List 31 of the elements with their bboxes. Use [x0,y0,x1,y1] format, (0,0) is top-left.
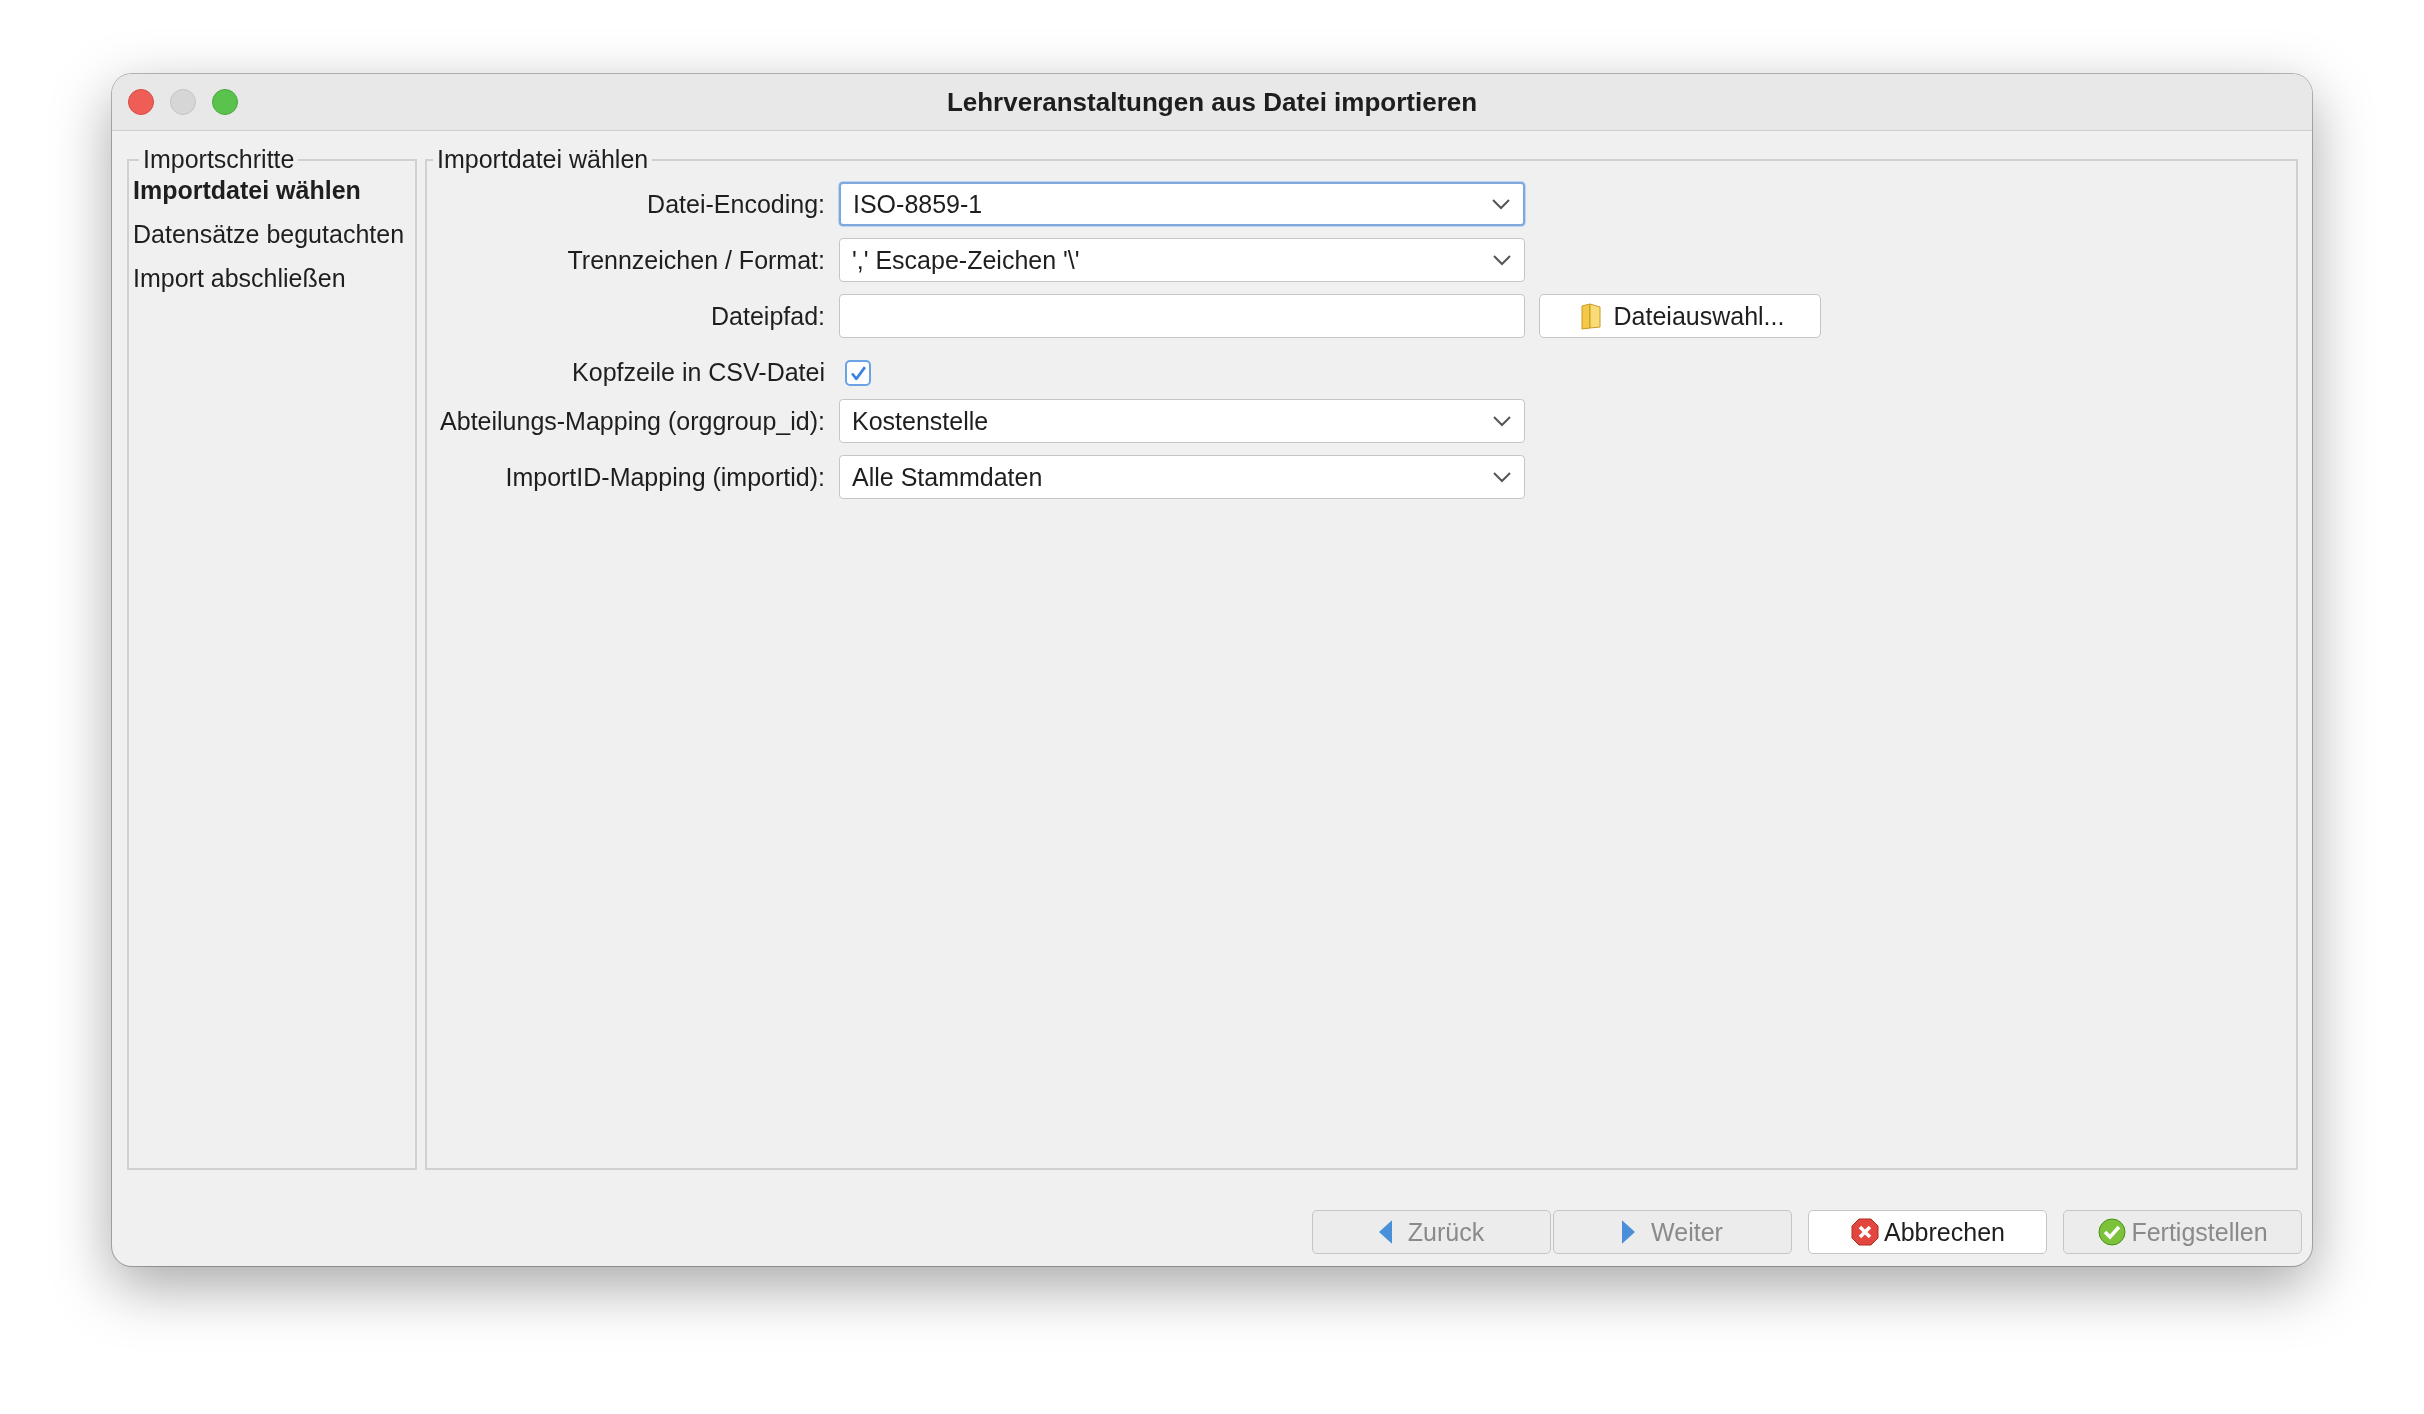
dropdown[interactable]: ISO-8859-1 [839,182,1525,226]
dropdown[interactable]: Alle Stammdaten [839,455,1525,499]
dropdown[interactable]: ',' Escape-Zeichen '\' [839,238,1525,282]
step-item[interactable]: Import abschließen [133,256,415,300]
field-label: Datei-Encoding: [646,189,825,219]
field-label: Kopfzeile in CSV-Datei [571,358,825,387]
chevron-down-icon [1491,198,1511,210]
checkmark-icon [850,365,866,380]
group-title: Importdatei wählen [436,145,650,174]
field-label: Trennzeichen / Format: [566,245,825,275]
window-title: Lehrveranstaltungen aus Datei importieren [946,86,1478,117]
step-item[interactable]: Datensätze begutachten [133,212,415,256]
input-field[interactable] [839,294,1525,338]
right-triangle-icon [1622,1220,1636,1244]
dialog-button[interactable]: Abbrechen [1808,1210,2047,1254]
dropdown[interactable]: Kostenstelle [839,399,1525,443]
minimize-button[interactable] [170,89,196,115]
chevron-down-icon [1492,254,1512,266]
chevron-down-icon [1492,471,1512,483]
group-title: Importschritte [142,145,296,174]
checkmark-icon [2097,1217,2128,1247]
field-label: ImportID-Mapping (importid): [504,462,825,492]
cancel-icon [1850,1217,1881,1247]
close-button[interactable] [128,89,154,115]
checkbox[interactable] [845,359,871,386]
zoom-button[interactable] [212,89,238,115]
file-select-button[interactable]: Dateiauswahl... [1539,294,1821,338]
left-triangle-icon [1378,1220,1392,1244]
field-label: Dateipfad: [710,301,825,331]
chevron-down-icon [1492,415,1512,427]
field-label: Abteilungs-Mapping (orggroup_id): [439,406,825,436]
